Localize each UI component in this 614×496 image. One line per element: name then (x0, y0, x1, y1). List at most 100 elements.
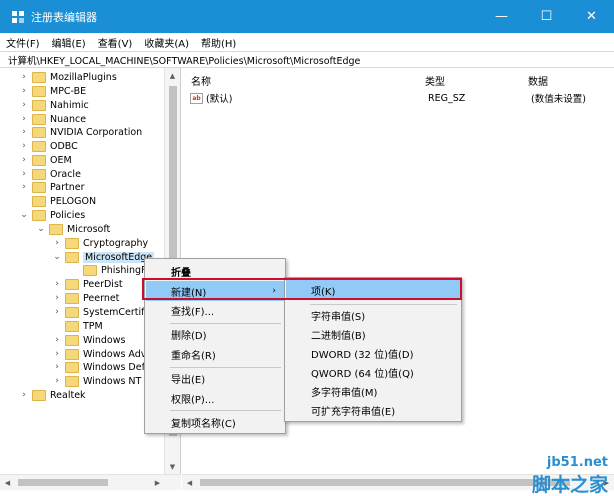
tree-item-policies[interactable]: ⌄ Policies (19, 208, 85, 222)
tree-item-windows[interactable]: › Windows (52, 333, 125, 347)
collapse-icon[interactable]: ⌄ (52, 250, 62, 264)
menu-item-find[interactable]: 查找(F)... (146, 300, 284, 320)
expand-icon[interactable]: › (52, 333, 62, 347)
watermark: jb51.net 脚本之家 (532, 455, 608, 496)
watermark-text: 脚本之家 (531, 474, 608, 496)
tree-item-pelogon[interactable]: PELOGON (19, 194, 96, 208)
tree-item-mozillaplugins[interactable]: › MozillaPlugins (19, 70, 117, 84)
expand-icon[interactable]: › (19, 167, 29, 181)
value-row[interactable]: ab (默认) REG_SZ (数值未设置) (190, 91, 610, 105)
folder-icon (32, 113, 46, 125)
scroll-thumb[interactable] (200, 479, 570, 486)
tree-item-oracle[interactable]: › Oracle (19, 167, 81, 181)
folder-icon (65, 361, 79, 373)
folder-icon (65, 306, 79, 318)
scroll-down-icon[interactable]: ▼ (165, 459, 180, 474)
expand-icon[interactable]: › (52, 277, 62, 291)
menu-view[interactable]: 查看(V) (92, 35, 139, 50)
tree-item-nvidia[interactable]: › NVIDIA Corporation (19, 125, 142, 139)
scroll-thumb[interactable] (18, 479, 108, 486)
expand-icon[interactable]: › (19, 84, 29, 98)
menu-separator (170, 410, 281, 411)
folder-icon (65, 292, 79, 304)
tree-item-windows-advanced[interactable]: › Windows Adv (52, 347, 146, 361)
tree-item-partner[interactable]: › Partner (19, 180, 85, 194)
value-data: (数值未设置) (531, 94, 586, 105)
menu-item-export[interactable]: 导出(E) (146, 368, 284, 388)
tree-item-mpc-be[interactable]: › MPC-BE (19, 84, 86, 98)
expand-icon (70, 263, 80, 277)
expand-icon[interactable]: › (19, 388, 29, 402)
tree-item-windows-defender[interactable]: › Windows Defe (52, 360, 151, 374)
expand-icon[interactable]: › (52, 360, 62, 374)
column-header-name[interactable]: 名称 (191, 73, 211, 88)
folder-icon (65, 237, 79, 249)
menu-edit[interactable]: 编辑(E) (46, 35, 92, 50)
expand-icon[interactable]: › (52, 374, 62, 388)
maximize-button[interactable]: ☐ (524, 0, 569, 33)
expand-icon[interactable]: › (52, 305, 62, 319)
tree-item-tpm[interactable]: TPM (52, 319, 103, 333)
tree-item-nahimic[interactable]: › Nahimic (19, 98, 89, 112)
string-value-icon: ab (190, 92, 203, 104)
expand-icon[interactable]: › (19, 180, 29, 194)
tree-item-realtek[interactable]: › Realtek (19, 388, 86, 402)
expand-icon[interactable]: › (19, 153, 29, 167)
folder-icon (65, 348, 79, 360)
folder-icon (32, 389, 46, 401)
folder-icon (83, 264, 97, 276)
scroll-left-icon[interactable]: ◀ (0, 475, 15, 490)
submenu-item-dword-value[interactable]: DWORD (32 位)值(D) (286, 343, 460, 363)
collapse-icon[interactable]: ⌄ (36, 222, 46, 236)
tree-item-systemcertificates[interactable]: › SystemCertific (52, 305, 152, 319)
tree-item-peernet[interactable]: › Peernet (52, 291, 119, 305)
menu-favorites[interactable]: 收藏夹(A) (138, 35, 195, 50)
expand-icon[interactable]: › (52, 236, 62, 250)
scroll-right-icon[interactable]: ▶ (150, 475, 165, 490)
scroll-up-icon[interactable]: ▲ (165, 68, 180, 83)
expand-icon[interactable]: › (19, 70, 29, 84)
title-bar[interactable]: 注册表编辑器 — ☐ ✕ (0, 0, 614, 33)
menu-item-permissions[interactable]: 权限(P)... (146, 388, 284, 408)
tree-item-oem[interactable]: › OEM (19, 153, 72, 167)
submenu-item-expandable-string-value[interactable]: 可扩充字符串值(E) (286, 400, 460, 420)
collapse-icon[interactable]: ⌄ (19, 208, 29, 222)
menu-file[interactable]: 文件(F) (0, 35, 46, 50)
submenu-item-string-value[interactable]: 字符串值(S) (286, 305, 460, 325)
tree-item-odbc[interactable]: › ODBC (19, 139, 78, 153)
expand-icon[interactable]: › (19, 112, 29, 126)
column-header-type[interactable]: 类型 (425, 73, 445, 88)
menu-help[interactable]: 帮助(H) (195, 35, 242, 50)
tree-item-nuance[interactable]: › Nuance (19, 112, 86, 126)
folder-icon (65, 320, 79, 332)
tree-item-microsoft[interactable]: ⌄ Microsoft (36, 222, 110, 236)
expand-icon[interactable]: › (19, 98, 29, 112)
folder-icon (65, 251, 79, 263)
expand-icon[interactable]: › (52, 347, 62, 361)
folder-icon (65, 278, 79, 290)
tree-item-microsoftedge[interactable]: ⌄ MicrosoftEdge (52, 250, 155, 264)
tree-item-peerdist[interactable]: › PeerDist (52, 277, 123, 291)
expand-icon[interactable]: › (19, 139, 29, 153)
expand-icon[interactable]: › (52, 291, 62, 305)
expand-icon (52, 319, 62, 333)
menu-item-delete[interactable]: 删除(D) (146, 324, 284, 344)
close-button[interactable]: ✕ (569, 0, 614, 33)
folder-icon (32, 126, 46, 138)
submenu-item-multi-string-value[interactable]: 多字符串值(M) (286, 381, 460, 401)
tree-item-cryptography[interactable]: › Cryptography (52, 236, 148, 250)
tree-item-phishingfilter[interactable]: PhishingFi (70, 263, 148, 277)
tree-horizontal-scrollbar[interactable]: ◀ ▶ (0, 474, 181, 490)
submenu-item-binary-value[interactable]: 二进制值(B) (286, 324, 460, 344)
submenu-item-qword-value[interactable]: QWORD (64 位)值(Q) (286, 362, 460, 382)
tree-item-windows-nt[interactable]: › Windows NT (52, 374, 141, 388)
column-header-data[interactable]: 数据 (528, 73, 548, 88)
scroll-left-icon[interactable]: ◀ (182, 475, 197, 490)
address-bar[interactable]: 计算机\HKEY_LOCAL_MACHINE\SOFTWARE\Policies… (0, 51, 614, 68)
folder-icon (32, 140, 46, 152)
folder-icon (32, 154, 46, 166)
menu-item-copy-key-name[interactable]: 复制项名称(C) (146, 412, 284, 432)
minimize-button[interactable]: — (479, 0, 524, 33)
expand-icon[interactable]: › (19, 125, 29, 139)
menu-item-rename[interactable]: 重命名(R) (146, 344, 284, 364)
